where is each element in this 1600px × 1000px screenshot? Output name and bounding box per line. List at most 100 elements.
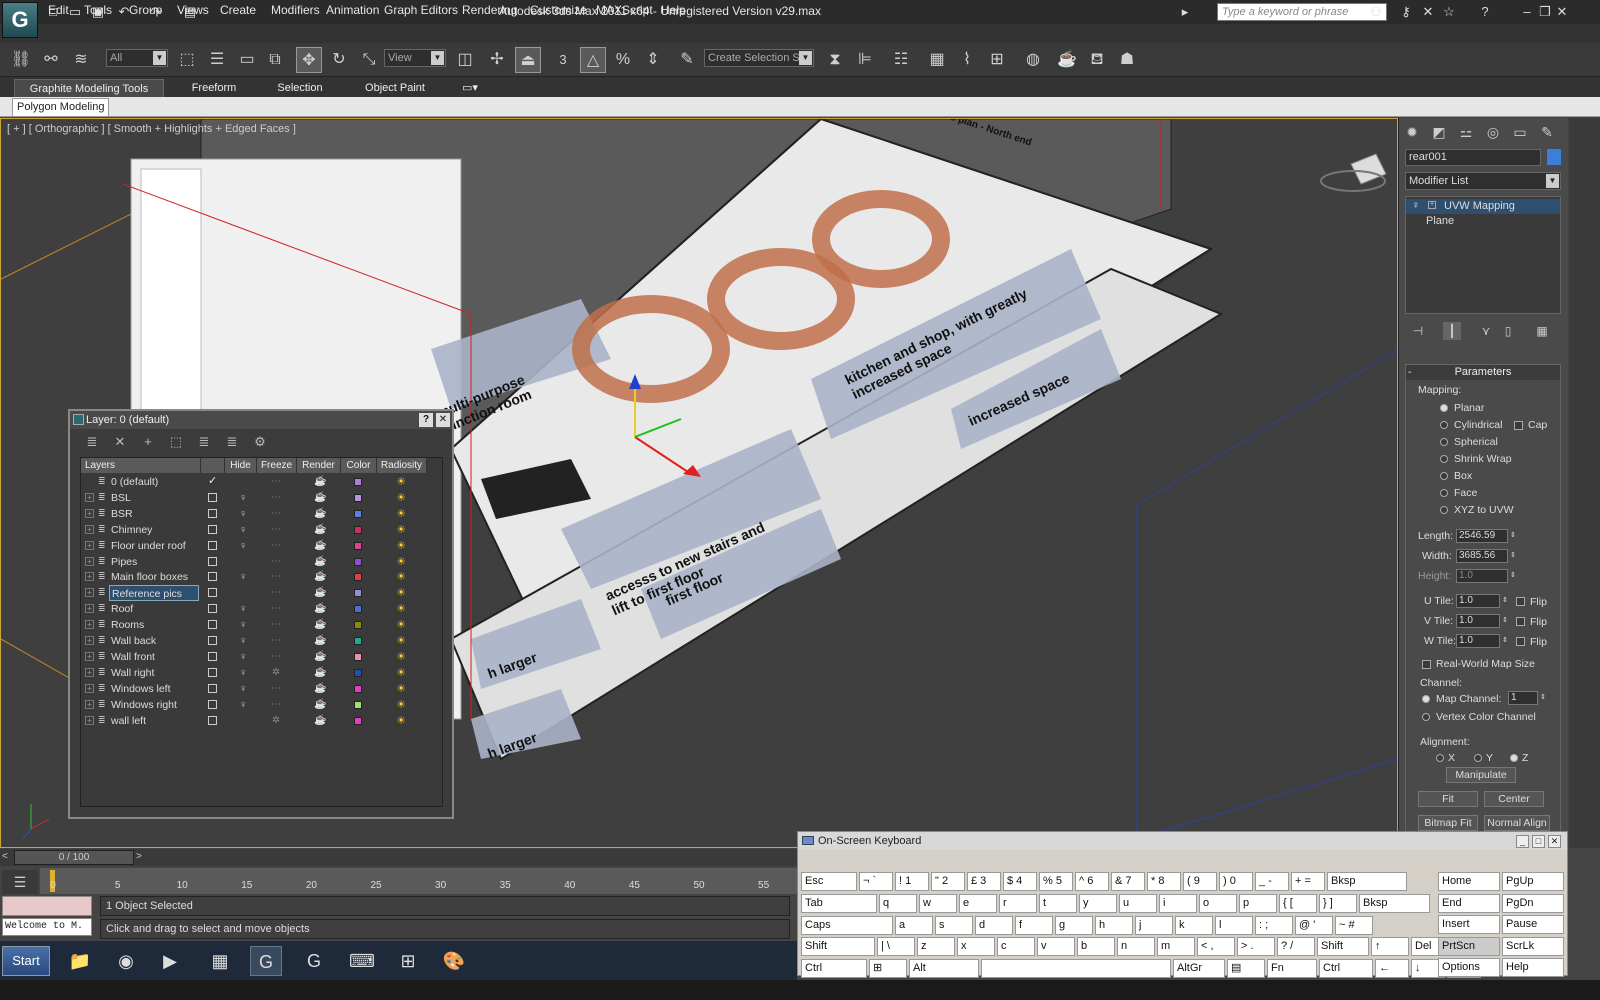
- hide-toggle-icon[interactable]: ♀: [239, 617, 247, 633]
- chevron-right-icon[interactable]: ▸: [1180, 4, 1190, 20]
- media-player-icon[interactable]: ▶: [154, 946, 186, 976]
- col-layers[interactable]: Layers: [81, 458, 201, 473]
- layer-row[interactable]: + ≣ Chimney ♀ ⋯ ☕ ☀: [81, 522, 439, 538]
- expand-icon[interactable]: +: [85, 508, 94, 518]
- current-layer-checkbox[interactable]: [208, 620, 217, 630]
- tab-polygon-modeling[interactable]: Polygon Modeling: [12, 98, 110, 116]
- percent-snap-icon[interactable]: %: [610, 47, 636, 73]
- osk-key[interactable]: ! 1: [895, 872, 929, 891]
- align-z-radio[interactable]: [1510, 754, 1518, 762]
- current-layer-checkbox[interactable]: [208, 699, 217, 709]
- material-editor-icon[interactable]: ◍: [1020, 47, 1046, 73]
- network-icon[interactable]: ⊞: [392, 946, 424, 976]
- tab-graphite-modeling-tools[interactable]: Graphite Modeling Tools: [14, 79, 164, 97]
- spinner-snap-icon[interactable]: ⇕: [640, 47, 666, 73]
- layer-color-swatch[interactable]: [354, 684, 362, 693]
- osk-key[interactable]: o: [1199, 894, 1237, 913]
- osk-key[interactable]: Pause: [1502, 915, 1564, 934]
- select-rotate-icon[interactable]: ↻: [326, 47, 352, 73]
- vflip-checkbox[interactable]: [1516, 617, 1525, 626]
- manipulate-button[interactable]: Manipulate: [1446, 767, 1516, 783]
- expand-icon[interactable]: +: [85, 572, 94, 582]
- wtile-input[interactable]: 1.0: [1456, 634, 1500, 648]
- current-layer-checkbox[interactable]: [208, 540, 217, 550]
- osk-key[interactable]: l: [1215, 916, 1253, 935]
- radiosity-toggle-icon[interactable]: ☀: [394, 603, 408, 615]
- render-toggle-icon[interactable]: ☕: [314, 633, 326, 649]
- pin-stack-icon[interactable]: ⊣: [1409, 322, 1427, 340]
- binoculars-icon[interactable]: ⚇: [1365, 4, 1387, 20]
- app-logo-button[interactable]: G: [2, 2, 38, 38]
- osk-key[interactable]: * 8: [1147, 872, 1181, 891]
- spinner-icon[interactable]: ⇕: [1510, 529, 1516, 543]
- osk-key[interactable]: Fn: [1267, 959, 1317, 978]
- layer-row[interactable]: + ≣ BSL ♀ ⋯ ☕ ☀: [81, 490, 439, 506]
- layer-color-swatch[interactable]: [354, 637, 362, 645]
- expand-icon[interactable]: +: [85, 524, 94, 534]
- utile-input[interactable]: 1.0: [1456, 594, 1500, 608]
- col-radiosity[interactable]: Radiosity: [377, 458, 427, 473]
- window-crossing-icon[interactable]: ⧉: [262, 47, 288, 73]
- bind-space-warp-icon[interactable]: ≋: [68, 47, 94, 73]
- remove-modifier-icon[interactable]: ▯: [1499, 322, 1517, 340]
- osk-key[interactable]: k: [1175, 916, 1213, 935]
- menu-graph-editors[interactable]: Graph Editors: [384, 2, 458, 18]
- render-toggle-icon[interactable]: ☕: [314, 585, 326, 601]
- named-selection-dropdown[interactable]: Create Selection Se ▼: [704, 49, 814, 67]
- make-unique-icon[interactable]: ⋎: [1477, 322, 1495, 340]
- osk-key[interactable]: j: [1135, 916, 1173, 935]
- osk-key[interactable]: g: [1055, 916, 1093, 935]
- render-toggle-icon[interactable]: ☕: [314, 490, 326, 506]
- osk-key[interactable]: c: [997, 937, 1035, 956]
- radiosity-toggle-icon[interactable]: ☀: [394, 619, 408, 631]
- layer-color-swatch[interactable]: [354, 493, 362, 502]
- osk-key[interactable]: ) 0: [1219, 872, 1253, 891]
- osk-key[interactable]: % 5: [1039, 872, 1073, 891]
- osk-key[interactable]: Caps: [801, 916, 893, 935]
- object-color-swatch[interactable]: [1547, 149, 1561, 165]
- layer-name[interactable]: Wall back: [109, 633, 199, 649]
- render-toggle-icon[interactable]: ☕: [314, 538, 326, 554]
- layer-color-swatch[interactable]: [354, 621, 362, 630]
- map-channel-input[interactable]: 1: [1508, 691, 1538, 705]
- col-color[interactable]: Color: [341, 458, 377, 473]
- height-input[interactable]: 1.0: [1456, 569, 1508, 583]
- mapping-radio[interactable]: [1440, 472, 1448, 480]
- osk-key[interactable]: x: [957, 937, 995, 956]
- start-button[interactable]: Start: [2, 946, 50, 976]
- osk-key[interactable]: s: [935, 916, 973, 935]
- layer-name[interactable]: Main floor boxes: [109, 569, 199, 585]
- key-icon[interactable]: ⚷: [1398, 4, 1414, 20]
- photo-app-icon[interactable]: ▦: [204, 946, 236, 976]
- layer-color-swatch[interactable]: [354, 573, 362, 582]
- layer-row[interactable]: + ≣ Wall back ♀ ⋯ ☕ ☀: [81, 633, 439, 649]
- bulb-icon[interactable]: ♀: [1412, 200, 1420, 211]
- current-layer-checkbox[interactable]: [208, 572, 217, 582]
- spinner-icon[interactable]: ⇕: [1510, 549, 1516, 563]
- current-layer-checkbox[interactable]: [208, 508, 217, 518]
- osk-key[interactable]: Insert: [1438, 915, 1500, 934]
- minimize-icon[interactable]: –: [1520, 4, 1534, 20]
- spinner-icon[interactable]: ⇕: [1502, 634, 1508, 648]
- add-to-layer-icon[interactable]: +: [138, 433, 158, 451]
- osk-key[interactable]: PrtScn: [1438, 936, 1500, 956]
- layer-row[interactable]: + ≣ Wall right ♀ ✲ ☕ ☀: [81, 665, 439, 681]
- osk-key[interactable]: z: [917, 937, 955, 956]
- osk-key[interactable]: Shift: [1317, 937, 1369, 956]
- osk-key[interactable]: Ctrl: [1319, 959, 1373, 978]
- radiosity-toggle-icon[interactable]: ☀: [394, 492, 408, 504]
- osk-key[interactable]: ⊞: [869, 959, 907, 978]
- stack-item-plane[interactable]: Plane: [1406, 214, 1560, 229]
- menu-views[interactable]: Views: [177, 2, 209, 18]
- hide-toggle-icon[interactable]: ♀: [239, 601, 247, 617]
- star-icon[interactable]: ☆: [1441, 4, 1457, 20]
- freeze-toggle-icon[interactable]: ⋯: [270, 633, 282, 649]
- hide-toggle-icon[interactable]: ♀: [239, 633, 247, 649]
- hide-toggle-icon[interactable]: ♀: [239, 665, 247, 681]
- expand-icon[interactable]: +: [85, 636, 94, 645]
- render-toggle-icon[interactable]: ☕: [314, 649, 326, 665]
- osk-key[interactable]: f: [1015, 916, 1053, 935]
- chevron-right-icon[interactable]: >: [136, 851, 146, 862]
- layer-color-swatch[interactable]: [354, 478, 362, 486]
- freeze-toggle-icon[interactable]: ⋯: [270, 506, 282, 522]
